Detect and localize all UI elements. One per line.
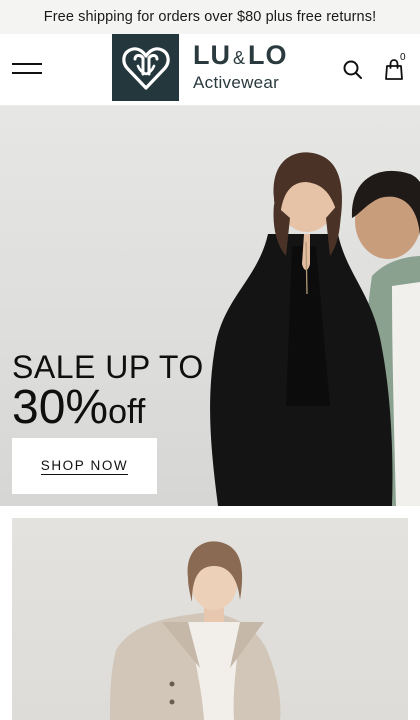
shop-now-label: SHOP NOW bbox=[40, 457, 129, 475]
promo-card[interactable] bbox=[12, 518, 408, 720]
discount-off: off bbox=[108, 393, 146, 431]
search-button[interactable] bbox=[342, 59, 364, 81]
logo-wordmark: LU &LO Activewear bbox=[193, 41, 288, 94]
logo-heart-mark-icon bbox=[112, 34, 179, 101]
menu-button[interactable] bbox=[12, 61, 42, 79]
sale-text: SALE UP TO bbox=[12, 349, 204, 385]
cart-count-badge: 0 bbox=[400, 52, 406, 63]
hero-headline: SALE UP TO 30%off bbox=[12, 350, 204, 443]
brand-name-lo: LO bbox=[248, 40, 288, 70]
search-icon bbox=[343, 60, 362, 79]
announcement-text: Free shipping for orders over $80 plus f… bbox=[43, 9, 377, 25]
discount-text: 30%off bbox=[12, 384, 204, 443]
site-header: LU &LO Activewear 0 bbox=[0, 34, 420, 106]
promo-image bbox=[110, 541, 281, 720]
discount-percent: 30% bbox=[12, 381, 109, 434]
hamburger-menu-icon bbox=[12, 63, 42, 65]
brand-logo[interactable]: LU &LO Activewear bbox=[112, 34, 304, 101]
brand-tagline: Activewear bbox=[193, 73, 280, 92]
brand-ampersand: & bbox=[233, 48, 247, 68]
hero-banner: SALE UP TO 30%off SHOP NOW bbox=[0, 106, 420, 506]
announcement-bar: Free shipping for orders over $80 plus f… bbox=[0, 0, 420, 34]
shop-now-button[interactable]: SHOP NOW bbox=[12, 438, 157, 494]
brand-name-lu: LU bbox=[193, 40, 231, 70]
